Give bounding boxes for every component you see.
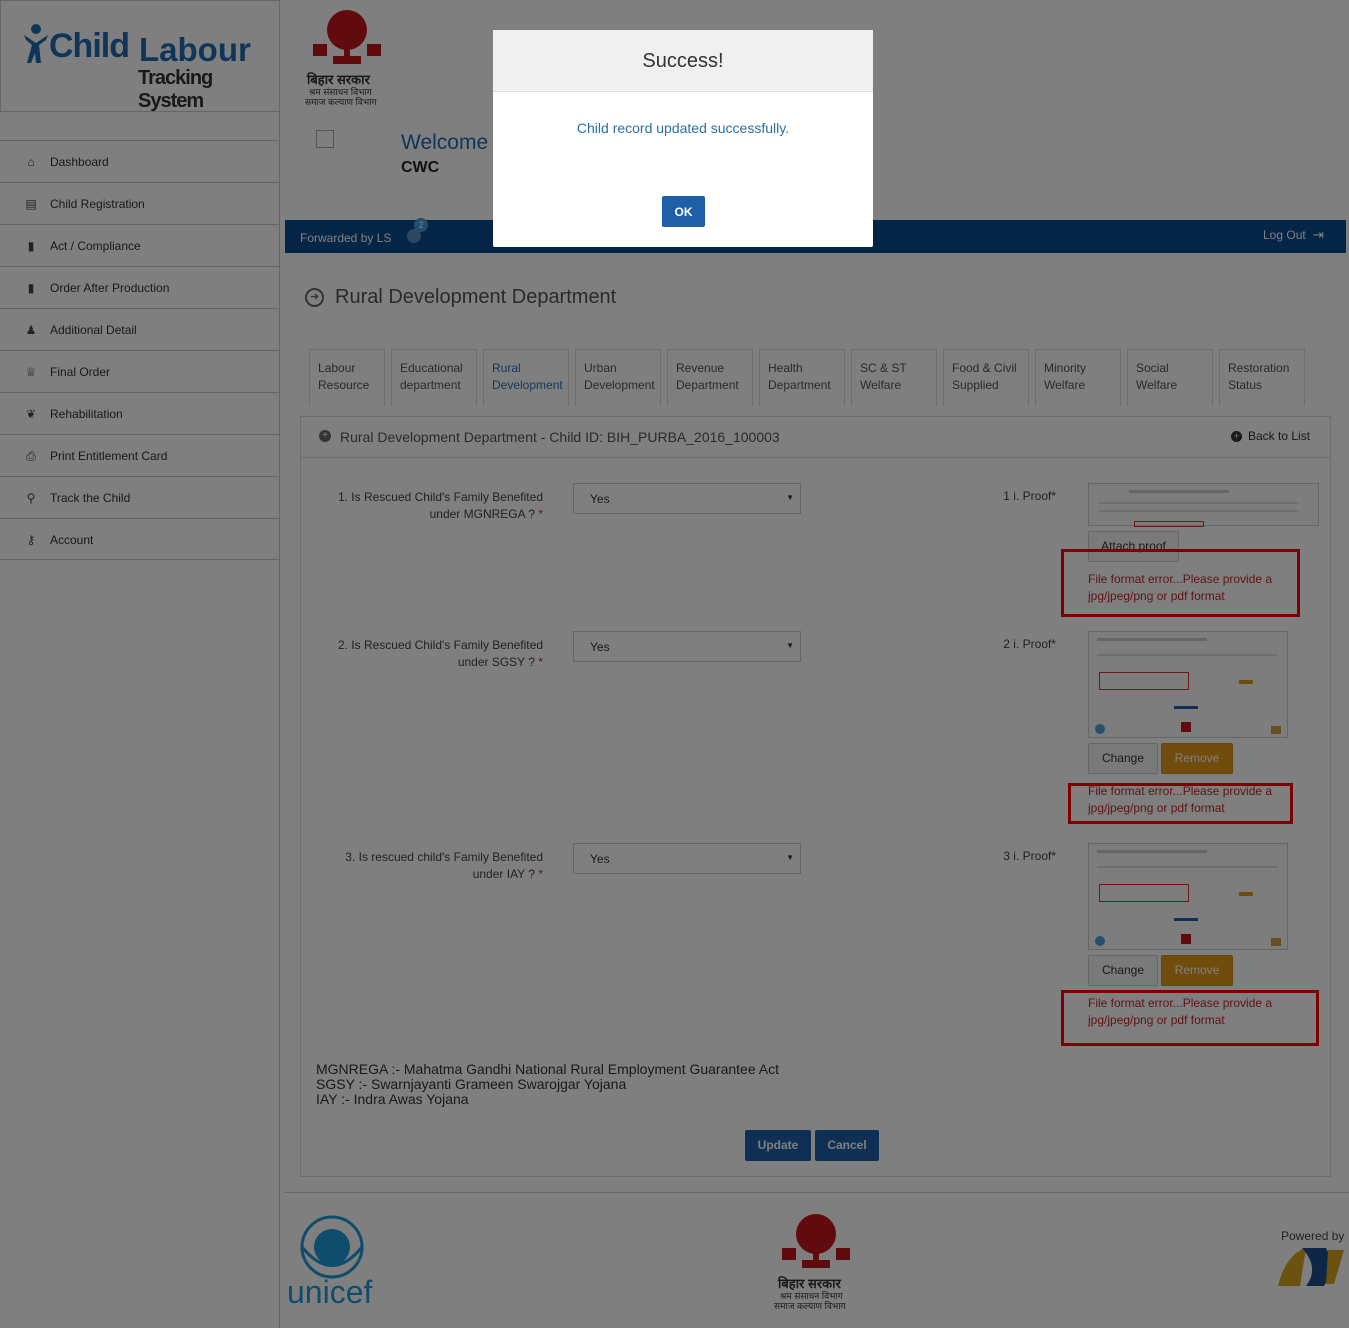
ok-button[interactable]: OK <box>662 196 705 227</box>
success-dialog: Success! Child record updated successful… <box>493 30 873 247</box>
dialog-message: Child record updated successfully. <box>576 120 790 136</box>
dialog-title: Success! <box>493 30 873 92</box>
